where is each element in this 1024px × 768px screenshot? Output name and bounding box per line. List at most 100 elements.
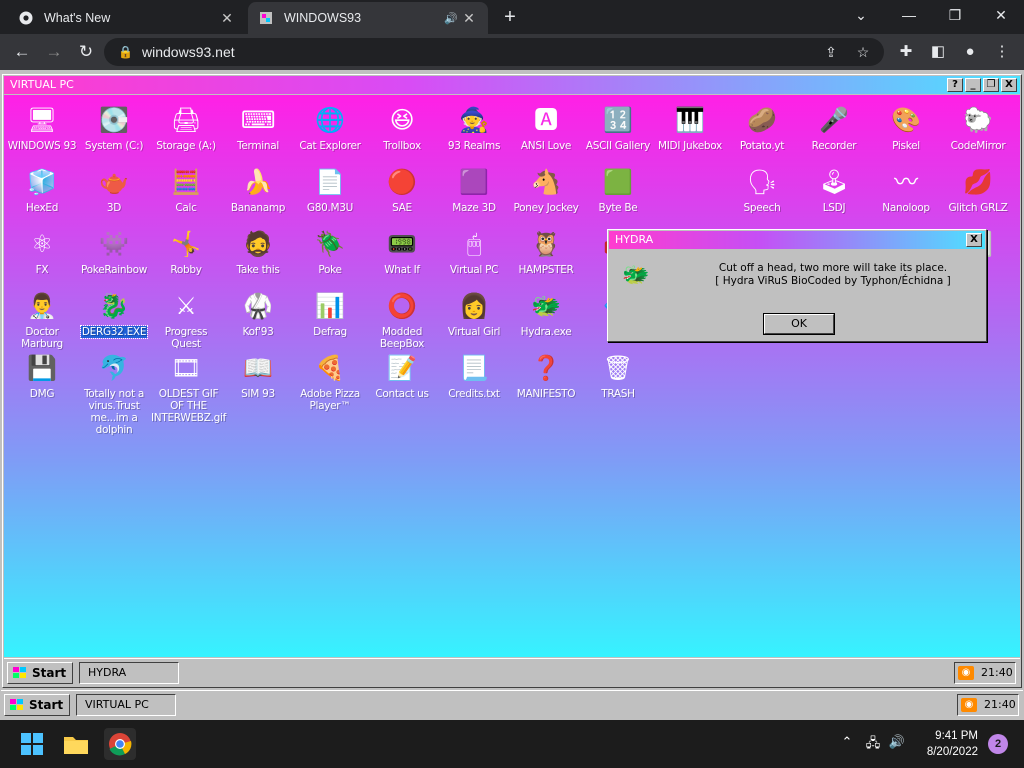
desktop-icon[interactable]: ⚔ Progress Quest (150, 289, 222, 350)
desktop-icon[interactable]: 🎨 Piskel (870, 103, 942, 152)
desktop-icon[interactable]: 🐉 DERG32.EXE (78, 289, 150, 339)
desktop-icon[interactable]: 📝 Contact us (366, 351, 438, 400)
windows-clock[interactable]: 9:41 PM 8/20/2022 (918, 728, 978, 760)
desktop-icon[interactable]: 🔢 ASCII Gallery (582, 103, 654, 152)
desktop-icon[interactable]: 🧮 Calc (150, 165, 222, 214)
rss-icon[interactable]: ◉ (958, 666, 974, 680)
network-icon[interactable]: 🖧 (862, 734, 884, 756)
desktop-icon[interactable]: ⚛ FX (6, 227, 78, 276)
audio-playing-icon[interactable]: 🔊 (442, 12, 460, 25)
desktop-icon[interactable]: 🧙 93 Realms (438, 103, 510, 152)
start-button[interactable]: Start (7, 662, 73, 684)
dialog-titlebar[interactable]: HYDRA X (609, 231, 985, 249)
virtual-pc-titlebar[interactable]: VIRTUAL PC ? _ ❐ X (4, 76, 1020, 94)
extensions-icon[interactable]: ✚ (892, 38, 920, 66)
close-tab-icon[interactable]: ✕ (218, 10, 236, 27)
windows-start-icon[interactable] (16, 728, 48, 760)
side-panel-icon[interactable]: ◧ (924, 38, 952, 66)
desktop-icon[interactable]: 💾 DMG (6, 351, 78, 400)
desktop-icon[interactable]: 🪲 Poke (294, 227, 366, 276)
desktop-icon[interactable]: 🟩 Byte Be (582, 165, 654, 214)
dialog-close-button[interactable]: X (966, 233, 982, 247)
desktop-icon[interactable]: 🍌 Bananamp (222, 165, 294, 214)
desktop-icon[interactable]: 📊 Defrag (294, 289, 366, 338)
desktop-icon[interactable]: 🧔 Take this (222, 227, 294, 276)
desktop-icon[interactable]: 👨‍⚕️ Doctor Marburg (6, 289, 78, 350)
desktop-icon[interactable]: 🧊 HexEd (6, 165, 78, 214)
close-button[interactable]: X (1001, 78, 1017, 92)
desktop-icon[interactable]: 🐲 Hydra.exe (510, 289, 582, 338)
desktop-icon[interactable]: 📄 G80.M3U (294, 165, 366, 214)
desktop-icon[interactable]: ⌨ Terminal (222, 103, 294, 152)
profile-icon[interactable]: ● (956, 38, 984, 66)
desktop-icon[interactable]: 🅰 ANSI Love (510, 103, 582, 152)
desktop-icon[interactable]: 🗑 TRASH (582, 351, 654, 400)
desktop-icon[interactable]: 🖱 Virtual PC (438, 227, 510, 276)
app-icon: ⚛ (31, 230, 53, 258)
desktop-icon[interactable]: 👩 Virtual Girl (438, 289, 510, 338)
desktop-icon[interactable]: 🐴 Poney Jockey (510, 165, 582, 214)
show-hidden-icons-chevron-icon[interactable]: ⌃ (836, 734, 858, 750)
desktop-icon[interactable]: 📃 Credits.txt (438, 351, 510, 400)
restore-window-button[interactable]: ❐ (932, 0, 978, 30)
desktop-icon[interactable]: 〰 Nanoloop (870, 165, 942, 214)
desktop-icon[interactable]: 🥔 Potato.yt (726, 103, 798, 152)
share-icon[interactable]: ⇪ (818, 38, 844, 66)
desktop-icon[interactable]: 🐑 CodeMirror (942, 103, 1014, 152)
desktop-icon[interactable]: 🦉 HAMPSTER (510, 227, 582, 276)
volume-icon[interactable]: 🔊 (886, 734, 908, 750)
desktop-icon-label: Totally not a virus.Trust me...im a dolp… (83, 388, 145, 436)
file-explorer-icon[interactable] (60, 728, 92, 760)
desktop-icon[interactable]: 🫖 3D (78, 165, 150, 214)
desktop-icon[interactable]: ⭕ Modded BeepBox (366, 289, 438, 350)
rss-icon[interactable]: ◉ (961, 698, 977, 712)
bookmark-star-icon[interactable]: ☆ (850, 38, 876, 66)
menu-icon[interactable]: ⋮ (988, 38, 1016, 66)
close-window-button[interactable]: ✕ (978, 0, 1024, 30)
desktop-icon[interactable]: 🖥 WINDOWS 93 (6, 103, 78, 152)
taskbar-item-virtual-pc[interactable]: VIRTUAL PC (76, 694, 176, 716)
minimize-button[interactable]: _ (965, 78, 981, 92)
desktop-icon[interactable]: 🥋 Kof'93 (222, 289, 294, 338)
desktop-icon[interactable]: 🟪 Maze 3D (438, 165, 510, 214)
desktop-icon[interactable]: 💋 Glitch GRLZ (942, 165, 1014, 214)
tab-search-icon[interactable]: ⌄ (838, 0, 884, 30)
desktop-icon[interactable]: 🖨 Storage (A:) (150, 103, 222, 152)
address-bar[interactable]: 🔒 windows93.net ⇪ ☆ (104, 38, 884, 66)
desktop-icon[interactable]: 🎞 OLDEST GIF OF THE INTERWEBZ.gif (150, 351, 226, 424)
forward-icon[interactable]: → (40, 38, 68, 66)
desktop-icon[interactable]: 🕹 LSDJ (798, 165, 870, 214)
maximize-button[interactable]: ❐ (983, 78, 999, 92)
ok-button[interactable]: OK (763, 313, 835, 335)
desktop-icon[interactable]: 👾 PokeRainbow (78, 227, 150, 276)
desktop-icon[interactable]: 🎹 MIDI Jukebox (654, 103, 726, 152)
app-icon: ⭕ (387, 292, 417, 320)
desktop-icon-label: WINDOWS 93 (7, 140, 77, 152)
notification-badge[interactable]: 2 (988, 734, 1008, 754)
start-button[interactable]: Start (4, 694, 70, 716)
desktop-icon[interactable]: 🔴 SAE (366, 165, 438, 214)
desktop-icon[interactable]: ❓ MANIFESTO (510, 351, 582, 400)
desktop-icon[interactable]: 📟 What If (366, 227, 438, 276)
desktop-icon[interactable]: 🤸 Robby (150, 227, 222, 276)
close-tab-icon[interactable]: ✕ (460, 10, 478, 27)
desktop-icon[interactable]: 😆 Trollbox (366, 103, 438, 152)
desktop-icon[interactable]: 🌐 Cat Explorer (294, 103, 366, 152)
desktop-icon[interactable]: 💽 System (C:) (78, 103, 150, 152)
app-icon: 🟪 (459, 168, 489, 196)
app-icon: 🐉 (99, 292, 129, 320)
desktop-icon[interactable]: 🍕 Adobe Pizza Player™ (294, 351, 366, 412)
minimize-window-button[interactable]: — (886, 0, 932, 30)
taskbar-item-hydra[interactable]: HYDRA (79, 662, 179, 684)
desktop-icon[interactable]: 🐬 Totally not a virus.Trust me...im a dol… (78, 351, 150, 436)
tab-whats-new[interactable]: What's New ✕ (8, 2, 246, 34)
desktop-icon[interactable]: 🗣 Speech (726, 165, 798, 214)
new-tab-button[interactable]: + (498, 6, 522, 30)
tab-windows93[interactable]: WINDOWS93 🔊 ✕ (248, 2, 488, 34)
desktop-icon[interactable]: 🎤 Recorder (798, 103, 870, 152)
help-button[interactable]: ? (947, 78, 963, 92)
desktop-icon[interactable]: 📖 SIM 93 (222, 351, 294, 400)
reload-icon[interactable]: ↻ (72, 38, 100, 66)
chrome-taskbar-icon[interactable] (104, 728, 136, 760)
back-icon[interactable]: ← (8, 38, 36, 66)
